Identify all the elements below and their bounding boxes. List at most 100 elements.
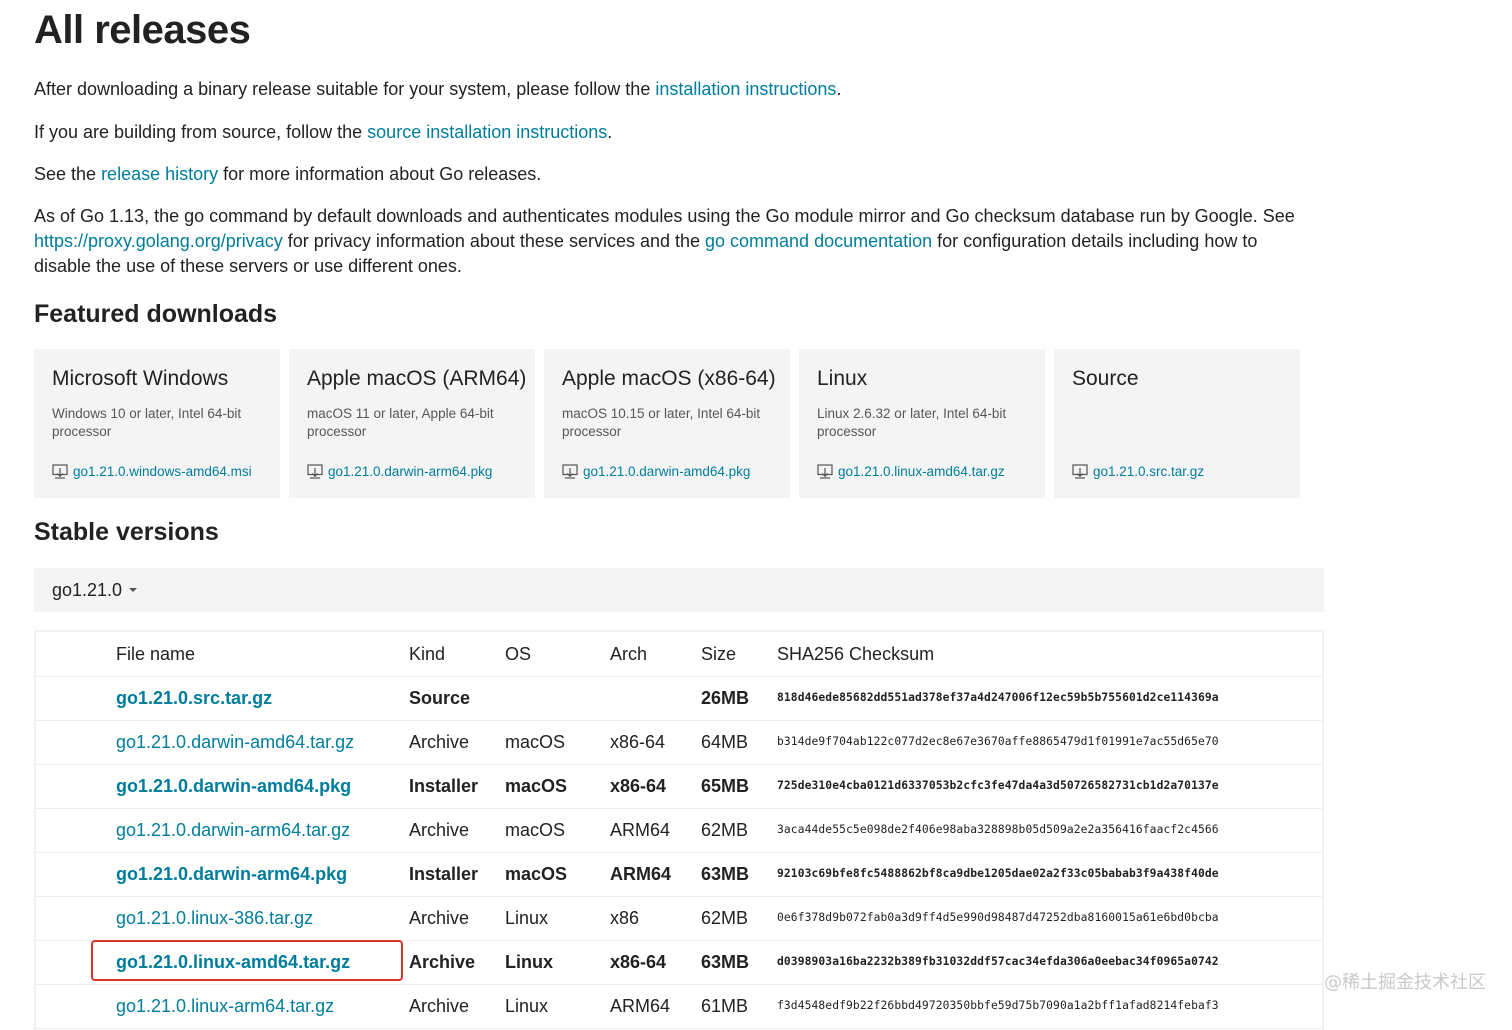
card-download-link[interactable]: go1.21.0.darwin-amd64.pkg — [562, 464, 750, 479]
card-title: Microsoft Windows — [52, 367, 229, 390]
row-kind: Archive — [409, 952, 476, 972]
row-os: Linux — [505, 908, 549, 928]
row-checksum: 3aca44de55c5e098de2f406e98aba328898b05d5… — [777, 823, 1219, 836]
row-checksum: 92103c69bfe8fc5488862bf8ca9dbe1205dae02a… — [777, 867, 1219, 880]
header-size: Size — [701, 644, 737, 664]
intro-paragraph-source: If you are building from source, follow … — [34, 120, 612, 145]
card-download-link[interactable]: go1.21.0.src.tar.gz — [1072, 464, 1204, 479]
row-checksum: 818d46ede85682dd551ad378ef37a4d247006f12… — [777, 691, 1219, 704]
card-description: macOS 10.15 or later, Intel 64-bit proce… — [562, 406, 761, 439]
row-kind: Source — [409, 688, 471, 708]
caret-down-icon — [129, 588, 138, 592]
card-description: macOS 11 or later, Apple 64-bit processo… — [307, 406, 494, 439]
version-toggle[interactable]: go1.21.0 — [34, 568, 1324, 612]
download-icon — [1072, 464, 1088, 479]
card-description — [1072, 405, 1282, 443]
card-title: Apple macOS (ARM64) — [307, 367, 527, 390]
row-checksum: d0398903a16ba2232b389fb31032ddf57cac34ef… — [777, 955, 1219, 968]
file-download-link[interactable]: go1.21.0.linux-386.tar.gz — [116, 896, 313, 940]
row-kind: Archive — [409, 820, 470, 840]
featured-card-linux[interactable]: Linux Linux 2.6.32 or later, Intel 64-bi… — [799, 349, 1045, 498]
row-kind: Archive — [409, 908, 470, 928]
highlight-annotation-box — [91, 940, 403, 981]
go-command-documentation-link[interactable]: go command documentation — [705, 231, 932, 251]
release-history-link[interactable]: release history — [101, 164, 218, 184]
table-row: go1.21.0.darwin-amd64.pkg Installer macO… — [36, 764, 1322, 809]
row-checksum: f3d4548edf9b22f26bbd49720350bbfe59d75b70… — [777, 999, 1219, 1012]
intro-text: See the — [34, 164, 102, 184]
download-icon — [52, 464, 68, 479]
card-download-link[interactable]: go1.21.0.linux-amd64.tar.gz — [817, 464, 1005, 479]
download-icon — [562, 464, 578, 479]
card-description: Windows 10 or later, Intel 64-bit proces… — [52, 406, 242, 439]
row-os: macOS — [505, 820, 566, 840]
page-title: All releases — [34, 8, 251, 52]
featured-card-macos-x86[interactable]: Apple macOS (x86-64) macOS 10.15 or late… — [544, 349, 790, 498]
row-arch: x86-64 — [610, 732, 666, 752]
row-os: Linux — [505, 952, 553, 972]
file-download-link[interactable]: go1.21.0.darwin-amd64.tar.gz — [116, 720, 354, 764]
row-size: 64MB — [701, 732, 749, 752]
row-os: macOS — [505, 732, 566, 752]
row-size: 63MB — [701, 952, 750, 972]
file-download-link[interactable]: go1.21.0.linux-arm64.tar.gz — [116, 984, 334, 1028]
table-row: go1.21.0.darwin-arm64.pkg Installer macO… — [36, 852, 1322, 897]
card-file-name: go1.21.0.darwin-amd64.pkg — [583, 464, 751, 479]
featured-downloads-heading: Featured downloads — [34, 300, 278, 328]
card-file-name: go1.21.0.darwin-arm64.pkg — [328, 464, 493, 479]
version-label: go1.21.0 — [52, 580, 138, 601]
installation-instructions-link[interactable]: installation instructions — [655, 79, 836, 99]
row-arch: x86 — [610, 908, 640, 928]
intro-text: for more information about Go releases. — [218, 164, 542, 184]
intro-paragraph-install: After downloading a binary release suita… — [34, 77, 841, 102]
source-installation-instructions-link[interactable]: source installation instructions — [367, 122, 607, 142]
row-size: 63MB — [701, 864, 750, 884]
header-file-name: File name — [116, 644, 196, 664]
row-arch: x86-64 — [610, 776, 667, 796]
download-icon — [307, 464, 323, 479]
row-size: 62MB — [701, 908, 749, 928]
row-kind: Archive — [409, 732, 470, 752]
table-header-row: File name Kind OS Arch Size SHA256 Check… — [36, 632, 1322, 677]
intro-text: for configuration details including how … — [932, 231, 1258, 251]
table-row: go1.21.0.darwin-arm64.tar.gz Archive mac… — [36, 808, 1322, 853]
featured-card-macos-arm64[interactable]: Apple macOS (ARM64) macOS 11 or later, A… — [289, 349, 535, 498]
row-arch: ARM64 — [610, 864, 672, 884]
row-kind: Archive — [409, 996, 470, 1016]
file-download-link[interactable]: go1.21.0.src.tar.gz — [116, 676, 272, 720]
row-arch: ARM64 — [610, 996, 671, 1016]
row-kind: Installer — [409, 776, 479, 796]
card-download-link[interactable]: go1.21.0.windows-amd64.msi — [52, 464, 252, 479]
intro-text: disable the use of these servers or use … — [34, 256, 462, 276]
row-kind: Installer — [409, 864, 479, 884]
row-checksum: 725de310e4cba0121d6337053b2cfc3fe47da4a3… — [777, 779, 1219, 792]
intro-text: . — [607, 122, 613, 142]
table-row: go1.21.0.darwin-amd64.tar.gz Archive mac… — [36, 720, 1322, 765]
intro-paragraph-history: See the release history for more informa… — [34, 162, 541, 187]
table-row: go1.21.0.src.tar.gz Source 26MB 818d46ed… — [36, 676, 1322, 721]
card-title: Apple macOS (x86-64) — [562, 367, 776, 390]
card-download-link[interactable]: go1.21.0.darwin-arm64.pkg — [307, 464, 492, 479]
row-size: 61MB — [701, 996, 749, 1016]
featured-card-windows[interactable]: Microsoft Windows Windows 10 or later, I… — [34, 349, 280, 498]
intro-paragraph-privacy: As of Go 1.13, the go command by default… — [34, 204, 1324, 279]
file-download-link[interactable]: go1.21.0.darwin-amd64.pkg — [116, 764, 351, 808]
row-os: macOS — [505, 864, 568, 884]
row-arch: x86-64 — [610, 952, 667, 972]
row-size: 26MB — [701, 688, 750, 708]
header-arch: Arch — [610, 644, 648, 664]
header-checksum: SHA256 Checksum — [777, 644, 935, 664]
watermark-text: @稀土掘金技术社区 — [1324, 972, 1486, 993]
file-download-link[interactable]: go1.21.0.darwin-arm64.tar.gz — [116, 808, 350, 852]
header-kind: Kind — [409, 644, 446, 664]
file-download-link[interactable]: go1.21.0.darwin-arm64.pkg — [116, 852, 347, 896]
stable-versions-heading: Stable versions — [34, 518, 219, 546]
card-file-name: go1.21.0.src.tar.gz — [1093, 464, 1205, 479]
row-size: 65MB — [701, 776, 750, 796]
featured-card-source[interactable]: Source go1.21.0.src.tar.gz — [1054, 349, 1300, 498]
intro-text: . — [836, 79, 842, 99]
card-file-name: go1.21.0.windows-amd64.msi — [73, 464, 252, 479]
version-value: go1.21.0 — [52, 580, 123, 600]
intro-text: As of Go 1.13, the go command by default… — [34, 206, 1295, 226]
proxy-privacy-link[interactable]: https://proxy.golang.org/privacy — [34, 231, 283, 251]
